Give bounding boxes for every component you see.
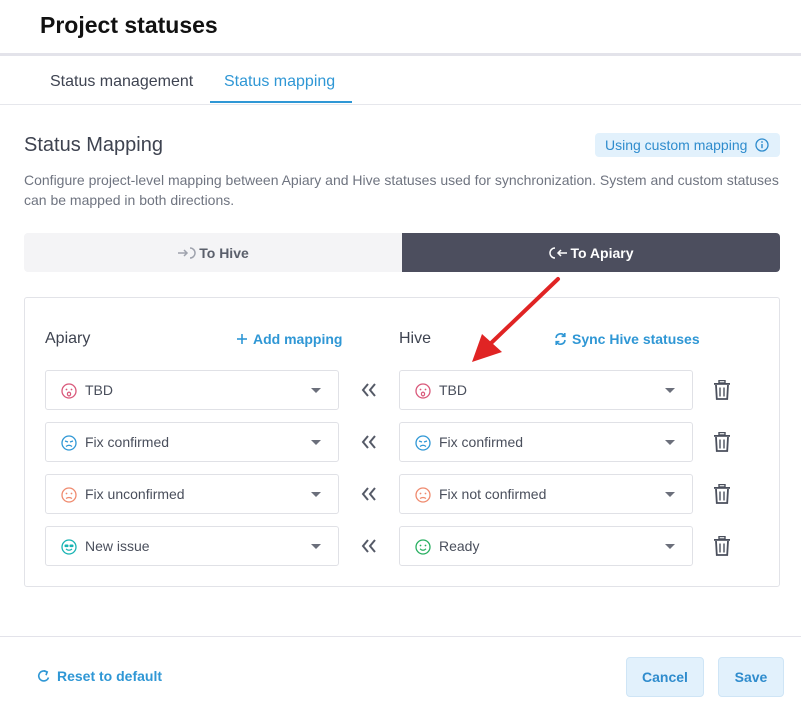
active-tab-indicator xyxy=(210,101,352,103)
info-icon[interactable] xyxy=(755,138,769,152)
tab-status-management[interactable]: Status management xyxy=(50,73,193,91)
badge-label: Using custom mapping xyxy=(605,137,748,153)
trash-icon[interactable] xyxy=(713,484,731,504)
add-mapping-label: Add mapping xyxy=(253,331,343,347)
chevron-down-icon xyxy=(311,440,321,445)
surprised-face-icon xyxy=(61,383,77,399)
to-hive-button[interactable]: To Hive xyxy=(24,233,402,272)
header-divider xyxy=(0,53,801,56)
hive-status-select[interactable]: TBD xyxy=(399,370,693,410)
double-chevron-left-icon xyxy=(361,435,376,449)
apiary-status-select[interactable]: Fix unconfirmed xyxy=(45,474,339,514)
direction-toggle: To Hive To Apiary xyxy=(24,233,780,272)
hive-status-label: TBD xyxy=(439,382,467,398)
sync-hive-label: Sync Hive statuses xyxy=(572,331,700,347)
tab-status-mapping[interactable]: Status mapping xyxy=(224,73,335,91)
chevron-down-icon xyxy=(311,492,321,497)
tab-bar: Status management Status mapping xyxy=(0,58,801,105)
reset-to-default-button[interactable]: Reset to default xyxy=(37,668,162,684)
custom-mapping-badge: Using custom mapping xyxy=(595,133,780,157)
apiary-status-label: TBD xyxy=(85,382,113,398)
annotation-arrow-icon xyxy=(472,277,560,362)
apiary-status-label: Fix confirmed xyxy=(85,434,170,450)
double-chevron-left-icon xyxy=(361,539,376,553)
chevron-down-icon xyxy=(665,544,675,549)
frown-face-icon xyxy=(61,487,77,503)
reset-label: Reset to default xyxy=(57,668,163,684)
apiary-status-select[interactable]: New issue xyxy=(45,526,339,566)
hive-column-title: Hive xyxy=(399,330,432,347)
apiary-status-select[interactable]: TBD xyxy=(45,370,339,410)
to-hive-label: To Hive xyxy=(199,244,249,261)
hive-status-select[interactable]: Ready xyxy=(399,526,693,566)
hive-status-select[interactable]: Fix not confirmed xyxy=(399,474,693,514)
sync-hive-statuses-button[interactable]: Sync Hive statuses xyxy=(554,331,700,347)
footer-divider xyxy=(0,636,801,637)
crying-face-icon xyxy=(415,435,431,451)
chevron-down-icon xyxy=(665,388,675,393)
chevron-down-icon xyxy=(311,544,321,549)
section-title: Status Mapping xyxy=(24,134,163,156)
frown-face-icon xyxy=(415,487,431,503)
plus-icon xyxy=(237,334,247,344)
chevron-down-icon xyxy=(665,492,675,497)
to-apiary-button[interactable]: To Apiary xyxy=(402,233,780,272)
double-chevron-left-icon xyxy=(361,383,376,397)
sunglasses-face-icon xyxy=(61,539,77,555)
apiary-column-title: Apiary xyxy=(45,330,91,347)
page-title: Project statuses xyxy=(40,12,218,38)
arrow-out-bracket-icon xyxy=(549,246,568,259)
chevron-down-icon xyxy=(665,440,675,445)
section-description: Configure project-level mapping between … xyxy=(24,172,779,208)
apiary-status-label: Fix unconfirmed xyxy=(85,486,185,502)
hive-status-label: Fix confirmed xyxy=(439,434,524,450)
add-mapping-button[interactable]: Add mapping xyxy=(236,331,342,347)
crying-face-icon xyxy=(61,435,77,451)
cancel-button[interactable]: Cancel xyxy=(626,657,704,697)
apiary-status-select[interactable]: Fix confirmed xyxy=(45,422,339,462)
arrow-into-bracket-icon xyxy=(178,246,196,259)
trash-icon[interactable] xyxy=(713,380,731,400)
to-apiary-label: To Apiary xyxy=(570,244,634,261)
trash-icon[interactable] xyxy=(713,432,731,452)
save-button[interactable]: Save xyxy=(718,657,784,697)
smile-face-icon xyxy=(415,539,431,555)
double-chevron-left-icon xyxy=(361,487,376,501)
trash-icon[interactable] xyxy=(713,536,731,556)
surprised-face-icon xyxy=(415,383,431,399)
dialog-header: Project statuses xyxy=(0,0,801,54)
hive-status-select[interactable]: Fix confirmed xyxy=(399,422,693,462)
hive-status-label: Fix not confirmed xyxy=(439,486,547,502)
hive-status-label: Ready xyxy=(439,538,480,554)
chevron-down-icon xyxy=(311,388,321,393)
reset-icon xyxy=(37,670,50,682)
apiary-status-label: New issue xyxy=(85,538,150,554)
